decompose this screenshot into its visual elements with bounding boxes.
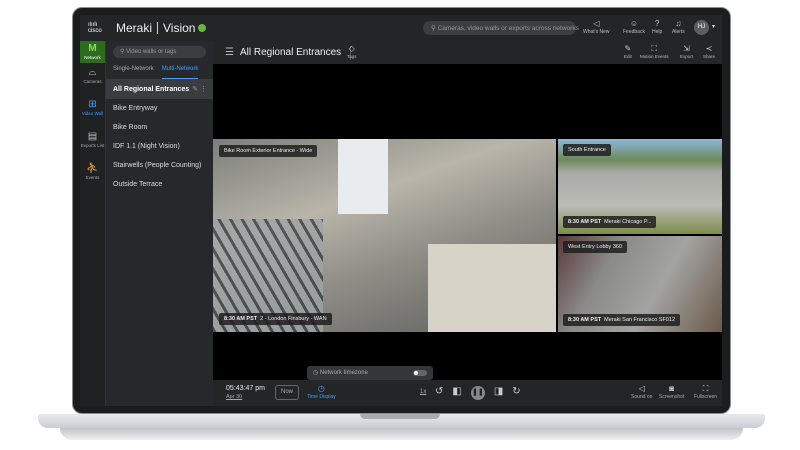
tab-single-network[interactable]: Single-Network bbox=[113, 64, 154, 79]
global-search-input[interactable]: ⚲ Cameras, video walls or exports across… bbox=[423, 21, 579, 35]
rail-video-wall[interactable]: ⊞ Video Wall bbox=[80, 95, 105, 127]
help-icon: ? bbox=[654, 19, 660, 28]
export-icon: ⇲ bbox=[683, 44, 690, 53]
alerts-button[interactable]: ♫ Alerts bbox=[672, 19, 685, 35]
help-button[interactable]: ? Help bbox=[652, 19, 662, 35]
product: Vision bbox=[163, 21, 196, 35]
list-item[interactable]: Stairwells (People Counting) bbox=[106, 156, 213, 175]
playback-controls: ↺◧❚❚ ◨↻ bbox=[435, 386, 530, 400]
speaker-icon: ◁ bbox=[638, 384, 645, 393]
list-item[interactable]: IDF 1.1 (Night Vision) bbox=[106, 137, 213, 156]
camera-timestamp: 8:30 AM PST Meraki San Francisco SF012 bbox=[563, 314, 681, 326]
sound-button[interactable]: ◁ Sound on bbox=[631, 384, 652, 400]
list-icon: ▤ bbox=[87, 131, 98, 142]
prev-frame-icon[interactable]: ◧ bbox=[452, 386, 470, 397]
date-picker[interactable]: Apr 30 bbox=[226, 394, 242, 400]
video-wall-search-input[interactable]: ⚲ Video walls or tags bbox=[113, 46, 206, 58]
box-image bbox=[428, 244, 556, 332]
clock-icon: ◷ bbox=[317, 384, 325, 393]
list-item[interactable]: All Regional Entrances ✎ ⋮ bbox=[106, 80, 213, 99]
screenshot-button[interactable]: ◙ Screenshot bbox=[659, 384, 684, 400]
rail-cameras[interactable]: ⌓ Cameras bbox=[80, 63, 105, 95]
door-image bbox=[338, 139, 388, 214]
wall-header: ☰ All Regional Entrances ◇ Tags ✎ Edit ⛶ Mo… bbox=[213, 41, 722, 64]
feedback-icon: ☺ bbox=[629, 19, 639, 28]
list-item[interactable]: Outside Terrace bbox=[106, 175, 213, 194]
main: ☰ All Regional Entrances ◇ Tags ✎ Edit ⛶ Mo… bbox=[213, 41, 722, 406]
chevron-down-icon[interactable]: ▾ bbox=[712, 23, 715, 30]
playback-bar: 05:43:47 pm Apr 30 Now ◷ Time Display 1x … bbox=[213, 380, 722, 406]
laptop-base-bottom bbox=[60, 428, 743, 440]
edit-button[interactable]: ✎ Edit bbox=[624, 44, 632, 59]
camera-name: South Entrance bbox=[563, 144, 611, 156]
time-display-button[interactable]: ◷ Time Display bbox=[307, 384, 336, 400]
rewind-10-icon[interactable]: ↺ bbox=[435, 386, 452, 397]
menu-icon[interactable]: ☰ bbox=[225, 47, 234, 58]
camera-icon: ⌓ bbox=[88, 67, 97, 78]
vision-icon bbox=[198, 24, 207, 32]
speed-button[interactable]: 1x bbox=[420, 389, 426, 395]
screen: ılıılı cisco Meraki Vision ⚲ Cameras, vid… bbox=[80, 15, 722, 406]
avatar[interactable]: HJ bbox=[694, 20, 709, 35]
whats-new-button[interactable]: ◁ What's New bbox=[583, 19, 610, 35]
share-button[interactable]: ≺ Share bbox=[703, 44, 715, 59]
fullscreen-icon: ⛶ bbox=[702, 384, 709, 393]
camera-timestamp: 8:30 AM PST Meraki Chicago P... bbox=[563, 216, 657, 228]
running-icon: ⛹ bbox=[86, 163, 99, 174]
network-timezone-toggle[interactable] bbox=[413, 370, 427, 376]
camera-tile[interactable]: South Entrance 8:30 AM PST Meraki Chicago… bbox=[558, 139, 722, 234]
rail-exports-list[interactable]: ▤ Exports List bbox=[80, 127, 105, 159]
icon-rail: M Network ⌓ Cameras ⊞ Video Wall ▤ Exports L… bbox=[80, 41, 106, 406]
bell-icon: ♫ bbox=[675, 19, 682, 28]
tag-icon: ◇ bbox=[348, 44, 355, 53]
forward-10-icon[interactable]: ↻ bbox=[512, 386, 529, 397]
tab-multi-network[interactable]: Multi-Network bbox=[161, 64, 199, 79]
rail-network[interactable]: M Network bbox=[80, 41, 105, 63]
camera-name: Bike Room Exterior Entrance - Wide bbox=[219, 145, 318, 157]
page-title: All Regional Entrances bbox=[239, 47, 342, 58]
network-timezone-popup: ◷ Network timezone bbox=[307, 366, 433, 380]
divider bbox=[157, 22, 159, 34]
fullscreen-button[interactable]: ⛶ Fullscreen bbox=[694, 384, 717, 400]
feedback-button[interactable]: ☺ Feedback bbox=[623, 19, 645, 35]
camera-name: West Entry Lobby 360 bbox=[563, 241, 628, 253]
export-button[interactable]: ⇲ Export bbox=[680, 44, 693, 59]
camera-timestamp: 8:30 AM PST 2 - London Finsbury - WAN bbox=[219, 313, 332, 325]
megaphone-icon: ◁ bbox=[593, 19, 600, 28]
sidebar: ⚲ Video walls or tags Single-Network Mul… bbox=[106, 41, 213, 406]
pencil-icon: ✎ bbox=[624, 44, 632, 53]
cisco-logo: ılıılı cisco bbox=[88, 22, 102, 34]
motion-icon: ⛶ bbox=[651, 44, 658, 53]
laptop-notch bbox=[360, 414, 440, 419]
list-item[interactable]: Bike Entryway bbox=[106, 99, 213, 118]
pause-icon[interactable]: ❚❚ bbox=[470, 386, 485, 400]
top-bar: ılıılı cisco Meraki Vision ⚲ Cameras, vid… bbox=[80, 15, 722, 41]
camera-tile[interactable]: West Entry Lobby 360 8:30 AM PST Meraki S… bbox=[558, 236, 722, 332]
list-item[interactable]: Bike Room bbox=[106, 118, 213, 137]
brand: Meraki bbox=[116, 21, 153, 35]
edit-icon[interactable]: ✎ ⋮ bbox=[192, 85, 207, 93]
grid-icon: ⊞ bbox=[88, 99, 97, 110]
tags-button[interactable]: ◇ Tags bbox=[347, 44, 357, 59]
rail-events[interactable]: ⛹ Events bbox=[80, 159, 105, 191]
motion-events-button[interactable]: ⛶ Motion Events bbox=[640, 44, 669, 59]
share-icon: ≺ bbox=[705, 44, 713, 53]
now-button[interactable]: Now bbox=[275, 385, 299, 400]
current-time: 05:43:47 pm bbox=[226, 385, 265, 392]
camera-tile[interactable]: Bike Room Exterior Entrance - Wide 8:30 … bbox=[213, 139, 556, 332]
next-frame-icon[interactable]: ◨ bbox=[494, 386, 512, 397]
camera-icon: ◙ bbox=[669, 384, 675, 393]
